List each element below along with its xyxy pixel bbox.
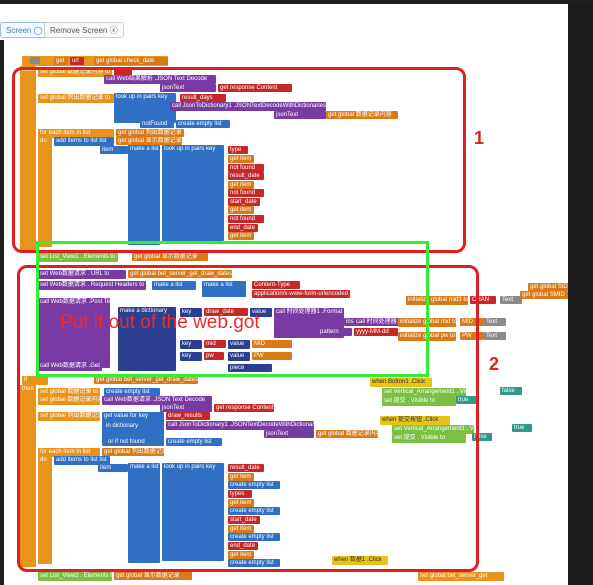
blocks-editor-window: Screen ◯ Remove Screen ⓧ get url get glo… — [0, 0, 593, 585]
annotation-overlay-text: Put it out of the web.got — [60, 312, 260, 333]
window-right-border — [568, 4, 593, 585]
get-global-sid-block[interactable]: get global SID — [528, 283, 568, 291]
editor-toolbar: Screen ◯ Remove Screen ⓧ — [0, 4, 568, 40]
get-global-show-block-3[interactable]: get global 显示数据记录 — [114, 572, 192, 580]
annotation-box-1 — [12, 67, 466, 253]
screen-button[interactable]: Screen ◯ — [0, 22, 49, 38]
annotation-number-2: 2 — [489, 354, 500, 374]
text-block-2[interactable]: Text — [484, 318, 506, 326]
get-global-smid-block[interactable]: get global SMID — [520, 291, 568, 299]
true-block-2[interactable]: true — [512, 424, 532, 432]
text-block-3[interactable]: Text — [484, 332, 506, 340]
url-block[interactable]: url — [70, 57, 84, 65]
text-block-1[interactable]: Text — [500, 296, 522, 304]
remove-screen-button[interactable]: Remove Screen ⓧ — [44, 22, 124, 38]
annotation-number-1: 1 — [474, 128, 485, 148]
get-check-date-block[interactable]: get global check_date — [94, 57, 168, 65]
set-list-view2-block[interactable]: set List_View2 . Elements to — [38, 572, 112, 581]
false-block[interactable]: false — [500, 387, 522, 395]
annotation-box-green — [36, 241, 429, 377]
set-global-bet-block[interactable]: set global bet_server_get — [418, 572, 504, 581]
get-block[interactable]: get — [54, 57, 68, 65]
gear-icon[interactable] — [30, 57, 40, 64]
